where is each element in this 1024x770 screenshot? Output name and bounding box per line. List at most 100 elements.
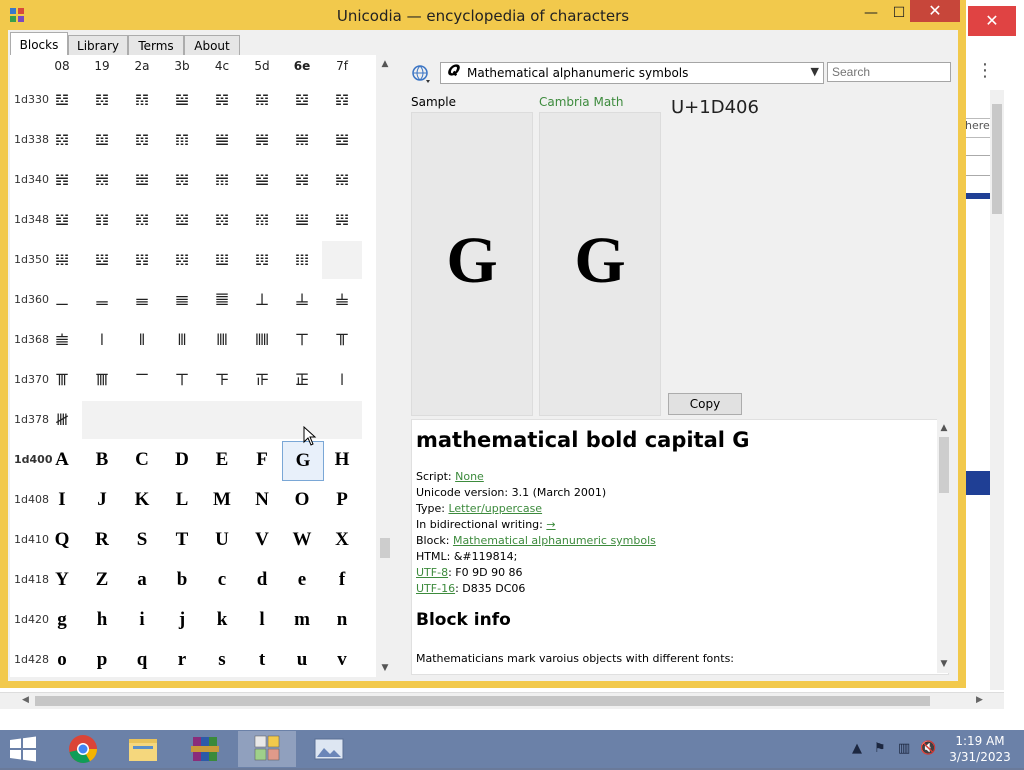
character-cell[interactable]: h <box>82 601 122 639</box>
character-cell[interactable]: n <box>322 601 362 639</box>
character-cell[interactable]: 𝍑 <box>82 241 122 279</box>
chrome-taskbar-button[interactable] <box>54 731 112 767</box>
scroll-down-arrow-icon[interactable]: ▼ <box>378 661 392 675</box>
character-cell[interactable]: 𝌿 <box>322 121 362 159</box>
block-selector[interactable]: 𝑸 Mathematical alphanumeric symbols ▼ <box>440 62 824 84</box>
character-cell[interactable]: 𝌵 <box>242 81 282 119</box>
character-cell[interactable]: 𝌱 <box>82 81 122 119</box>
font-link[interactable]: Cambria Math <box>539 95 624 109</box>
character-cell[interactable]: 𝌳 <box>162 81 202 119</box>
character-cell[interactable]: 𝍐 <box>42 241 82 279</box>
character-cell[interactable]: 𝍰 <box>42 361 82 399</box>
scroll-thumb[interactable] <box>939 437 949 493</box>
character-cell[interactable]: 𝍉 <box>82 201 122 239</box>
character-cell[interactable]: 𝍠 <box>42 281 82 319</box>
character-cell[interactable]: 𝍶 <box>282 361 322 399</box>
character-cell[interactable]: Z <box>82 561 122 599</box>
scroll-up-arrow-icon[interactable]: ▲ <box>937 421 951 435</box>
photo-viewer-taskbar-button[interactable] <box>300 731 358 767</box>
character-cell[interactable]: 𝍅 <box>242 161 282 199</box>
character-cell[interactable]: s <box>202 641 242 679</box>
character-cell[interactable]: 𝍕 <box>242 241 282 279</box>
close-button[interactable]: ✕ <box>910 0 960 22</box>
scroll-down-arrow-icon[interactable]: ▼ <box>937 657 951 671</box>
character-grid[interactable]: 08 19 2a 3b 4c 5d 6e 7f 1d330 𝌰 𝌱 𝌲 𝌳 𝌴 𝌵 𝌶 𝌷 1d338 𝌸 𝌹 𝌺 𝌻 𝌼 𝌽… <box>10 55 376 677</box>
chevron-down-icon[interactable]: ▼ <box>811 65 819 78</box>
character-cell[interactable]: 𝍥 <box>242 281 282 319</box>
character-cell[interactable]: 𝍒 <box>122 241 162 279</box>
character-cell[interactable]: 𝍁 <box>82 161 122 199</box>
character-cell[interactable]: 𝍤 <box>202 281 242 319</box>
utf16-link[interactable]: UTF-16 <box>416 582 455 595</box>
character-cell[interactable]: q <box>122 641 162 679</box>
scroll-thumb[interactable] <box>992 104 1002 214</box>
character-cell[interactable]: 𝍩 <box>82 321 122 359</box>
script-link[interactable]: None <box>455 470 484 483</box>
file-explorer-taskbar-button[interactable] <box>114 731 172 767</box>
show-hidden-icons-icon[interactable]: ▲ <box>852 741 862 756</box>
action-center-flag-icon[interactable]: ⚑ <box>874 741 886 756</box>
character-cell[interactable]: 𝍈 <box>42 201 82 239</box>
globe-icon[interactable] <box>410 63 432 85</box>
background-vertical-scrollbar[interactable] <box>990 90 1004 690</box>
character-cell[interactable]: g <box>42 601 82 639</box>
character-cell[interactable]: 𝍌 <box>202 201 242 239</box>
tab-terms[interactable]: Terms <box>128 35 184 56</box>
character-cell[interactable]: 𝍔 <box>202 241 242 279</box>
character-cell[interactable]: W <box>282 521 322 559</box>
scroll-thumb[interactable] <box>35 696 930 706</box>
character-cell[interactable]: 𝍪 <box>122 321 162 359</box>
character-cell[interactable]: a <box>122 561 162 599</box>
character-cell[interactable]: 𝌷 <box>322 81 362 119</box>
character-cell[interactable]: 𝍷 <box>322 361 362 399</box>
system-clock[interactable]: 1:19 AM 3/31/2023 <box>944 733 1016 765</box>
scroll-thumb[interactable] <box>380 538 390 558</box>
character-cell[interactable]: V <box>242 521 282 559</box>
character-cell[interactable]: Q <box>42 521 82 559</box>
character-cell[interactable]: e <box>282 561 322 599</box>
network-icon[interactable]: ▥ <box>898 741 910 756</box>
character-cell[interactable]: 𝍱 <box>82 361 122 399</box>
character-cell[interactable]: X <box>322 521 362 559</box>
character-cell[interactable]: 𝍆 <box>282 161 322 199</box>
character-cell[interactable]: 𝍳 <box>162 361 202 399</box>
character-cell[interactable]: O <box>282 481 322 519</box>
character-cell[interactable]: r <box>162 641 202 679</box>
character-cell[interactable]: Y <box>42 561 82 599</box>
character-cell[interactable]: 𝍀 <box>42 161 82 199</box>
character-cell[interactable]: 𝍋 <box>162 201 202 239</box>
type-link[interactable]: Letter/uppercase <box>448 502 542 515</box>
tab-library[interactable]: Library <box>68 35 128 56</box>
character-cell[interactable]: B <box>82 441 122 479</box>
character-cell[interactable]: t <box>242 641 282 679</box>
character-cell[interactable]: 𝍡 <box>82 281 122 319</box>
block-link[interactable]: Mathematical alphanumeric symbols <box>453 534 656 547</box>
character-cell[interactable]: 𝍇 <box>322 161 362 199</box>
character-cell[interactable]: G <box>282 441 324 481</box>
character-cell[interactable]: 𝍭 <box>242 321 282 359</box>
character-cell[interactable]: 𝍊 <box>122 201 162 239</box>
character-cell[interactable]: R <box>82 521 122 559</box>
character-cell[interactable]: 𝍯 <box>322 321 362 359</box>
character-cell[interactable]: 𝍨 <box>42 321 82 359</box>
character-cell[interactable]: 𝌺 <box>122 121 162 159</box>
character-cell[interactable]: m <box>282 601 322 639</box>
character-cell[interactable]: i <box>122 601 162 639</box>
background-close-button[interactable]: ✕ <box>968 6 1016 36</box>
minimize-button[interactable]: — <box>856 3 886 23</box>
character-cell[interactable]: f <box>322 561 362 599</box>
character-cell[interactable]: j <box>162 601 202 639</box>
character-cell[interactable]: b <box>162 561 202 599</box>
character-cell[interactable]: 𝍫 <box>162 321 202 359</box>
character-cell[interactable]: F <box>242 441 282 479</box>
character-cell[interactable]: l <box>242 601 282 639</box>
character-cell[interactable]: 𝍣 <box>162 281 202 319</box>
character-cell[interactable]: 𝍎 <box>282 201 322 239</box>
character-cell[interactable]: 𝍃 <box>162 161 202 199</box>
character-cell[interactable]: v <box>322 641 362 679</box>
windows-start-icon[interactable] <box>8 736 38 762</box>
character-cell[interactable]: o <box>42 641 82 679</box>
copy-button[interactable]: Copy <box>668 393 742 415</box>
character-cell[interactable]: 𝍂 <box>122 161 162 199</box>
character-cell[interactable]: 𝌽 <box>242 121 282 159</box>
